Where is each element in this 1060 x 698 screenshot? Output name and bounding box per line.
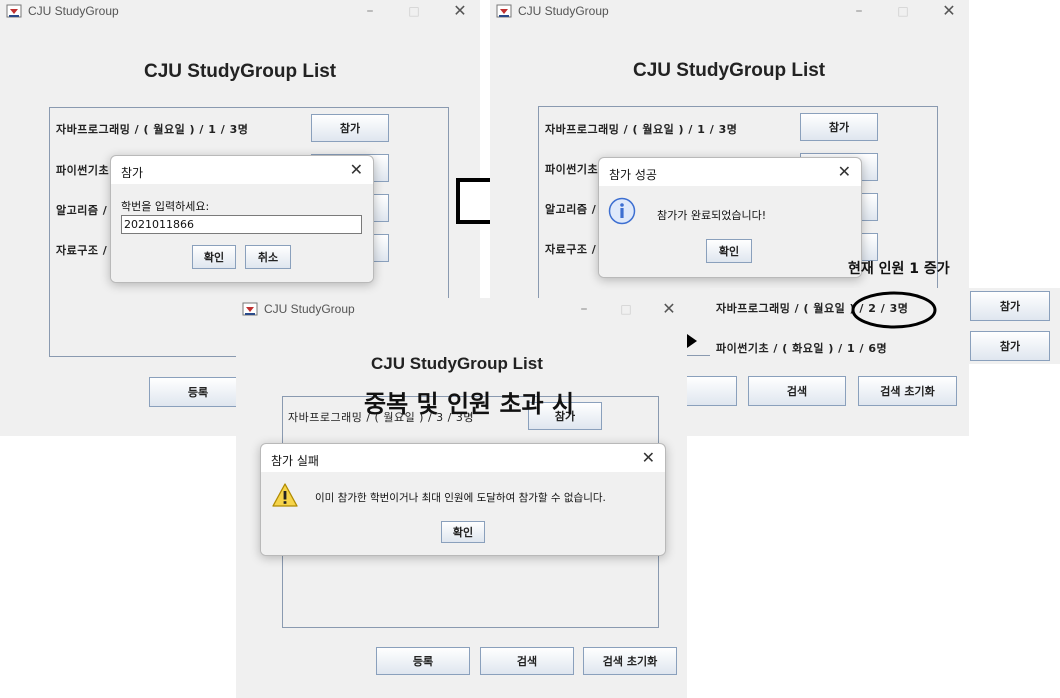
failure-dialog: 참가 실패 ✕ 이미 참가한 학번이거나 최대 인원에 도달하여 참가할 수 없… xyxy=(260,443,666,556)
close-button[interactable]: ✕ xyxy=(659,300,679,318)
cancel-button[interactable]: 취소 xyxy=(245,245,291,269)
dialog-title: 참가 xyxy=(121,166,144,180)
group-row-label: 알고리즘 / xyxy=(545,203,597,216)
highlight-ellipse xyxy=(851,291,937,329)
join-button[interactable]: 참가 xyxy=(311,114,389,142)
dialog-body: 학번을 입력하세요: 2021011866 확인 취소 xyxy=(111,184,373,282)
maximize-button[interactable]: □ xyxy=(404,2,424,20)
ok-button[interactable]: 확인 xyxy=(441,521,485,543)
search-button[interactable]: 검색 xyxy=(748,376,846,406)
title-bar: CJU StudyGroup – □ ✕ xyxy=(236,298,687,320)
join-dialog: 참가 ✕ 학번을 입력하세요: 2021011866 확인 취소 xyxy=(110,155,374,283)
group-row-label: 자료구조 / xyxy=(545,243,597,256)
dialog-title: 참가 실패 xyxy=(271,454,319,468)
dialog-message: 참가가 완료되었습니다! xyxy=(657,209,767,222)
minimize-button[interactable]: – xyxy=(574,300,594,318)
success-dialog: 참가 성공 ✕ 참가가 완료되었습니다! 확인 xyxy=(598,157,862,278)
close-icon[interactable]: ✕ xyxy=(838,162,851,181)
join-button[interactable]: 참가 xyxy=(970,331,1050,361)
ok-button[interactable]: 확인 xyxy=(192,245,236,269)
search-reset-button[interactable]: 검색 초기화 xyxy=(583,647,677,675)
register-button[interactable]: 등록 xyxy=(376,647,470,675)
dialog-message: 이미 참가한 학번이거나 최대 인원에 도달하여 참가할 수 없습니다. xyxy=(315,492,606,504)
page-title: CJU StudyGroup List xyxy=(633,60,826,81)
search-button[interactable]: 검색 xyxy=(480,647,574,675)
student-id-input[interactable]: 2021011866 xyxy=(121,215,362,234)
close-icon[interactable]: ✕ xyxy=(642,448,655,467)
duplicate-overflow-caption: 중복 및 인원 초과 시 xyxy=(364,390,575,418)
group-row-label: 파이썬기초 / ( 화요일 ) / 1 / 6명 xyxy=(716,342,888,355)
register-button[interactable]: 등록 xyxy=(149,377,247,407)
page-title: CJU StudyGroup List xyxy=(144,61,337,82)
page-title: CJU StudyGroup List xyxy=(371,354,543,373)
close-button[interactable]: ✕ xyxy=(939,2,959,20)
group-row-label: 자료구조 / xyxy=(56,244,108,257)
group-row-label: 파이썬기초 / xyxy=(56,164,118,177)
student-id-prompt: 학번을 입력하세요: xyxy=(121,200,210,213)
increase-annotation: 현재 인원 1 증가 xyxy=(848,261,950,277)
java-cup-icon xyxy=(496,4,512,18)
maximize-button[interactable]: □ xyxy=(616,300,636,318)
pointer-arrow-icon xyxy=(687,334,697,348)
group-row-label: 자바프로그래밍 / ( 월요일 ) / 1 / 3명 xyxy=(56,123,249,136)
close-button[interactable]: ✕ xyxy=(450,2,470,20)
group-row-label: 자바프로그래밍 / ( 월요일 ) / 1 / 3명 xyxy=(545,123,738,136)
maximize-button[interactable]: □ xyxy=(893,2,913,20)
title-bar: CJU StudyGroup – □ ✕ xyxy=(0,0,480,22)
java-cup-icon xyxy=(242,302,258,316)
warning-icon xyxy=(272,483,298,507)
dialog-body: 참가가 완료되었습니다! 확인 xyxy=(599,186,861,277)
dialog-title: 참가 성공 xyxy=(609,168,657,182)
minimize-button[interactable]: – xyxy=(849,2,869,20)
search-reset-button[interactable]: 검색 초기화 xyxy=(858,376,957,406)
minimize-button[interactable]: – xyxy=(360,2,380,20)
java-cup-icon xyxy=(6,4,22,18)
window-title: CJU StudyGroup xyxy=(264,302,355,316)
join-button[interactable]: 참가 xyxy=(800,113,878,141)
info-icon xyxy=(608,197,636,225)
window-title: CJU StudyGroup xyxy=(28,4,119,18)
group-row-label: 알고리즘 / xyxy=(56,204,108,217)
ok-button[interactable]: 확인 xyxy=(706,239,752,263)
window-title: CJU StudyGroup xyxy=(518,4,609,18)
dialog-body: 이미 참가한 학번이거나 최대 인원에 도달하여 참가할 수 없습니다. 확인 xyxy=(261,472,665,555)
join-button[interactable]: 참가 xyxy=(970,291,1050,321)
title-bar: CJU StudyGroup – □ ✕ xyxy=(490,0,969,22)
close-icon[interactable]: ✕ xyxy=(350,160,363,179)
